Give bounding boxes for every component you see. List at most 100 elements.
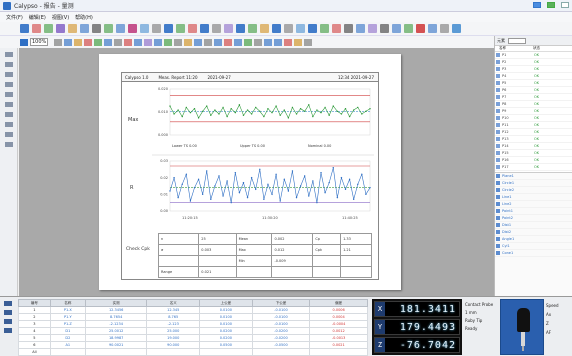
toolbar-tool-8-icon[interactable] <box>116 24 125 33</box>
column-header[interactable]: 实测 <box>84 299 148 307</box>
format-tool-2-icon[interactable] <box>74 38 82 46</box>
toolbar-tool-25-icon[interactable] <box>320 24 329 33</box>
layer-tool-icon[interactable] <box>4 142 13 147</box>
format-tool-7-icon[interactable] <box>124 38 132 46</box>
expand-icon[interactable] <box>496 137 500 141</box>
arrow-icon[interactable] <box>20 38 28 46</box>
format-tool-1-icon[interactable] <box>64 38 72 46</box>
tree-item[interactable]: P3 OK <box>495 66 572 73</box>
toolbar-tool-31-icon[interactable] <box>392 24 401 33</box>
column-header[interactable]: 上公差 <box>199 299 253 307</box>
format-tool-24-icon[interactable] <box>294 38 302 46</box>
tree-item[interactable]: P12 OK <box>495 129 572 136</box>
toolbar-tool-3-icon[interactable] <box>56 24 65 33</box>
expand-icon[interactable] <box>496 67 500 71</box>
pointer-icon[interactable] <box>4 52 13 57</box>
toolbar-tool-34-icon[interactable] <box>428 24 437 33</box>
toolbar-tool-30-icon[interactable] <box>380 24 389 33</box>
table-row[interactable]: All <box>18 348 368 356</box>
toolbar-tool-26-icon[interactable] <box>332 24 341 33</box>
format-tool-8-icon[interactable] <box>134 38 142 46</box>
toolbar-tool-1-icon[interactable] <box>32 24 41 33</box>
line-tool-icon[interactable] <box>4 62 13 67</box>
feature-item[interactable]: Point2 <box>495 215 572 222</box>
expand-icon[interactable] <box>496 158 500 162</box>
panel-tab[interactable]: 元素 <box>497 38 505 44</box>
format-tool-13-icon[interactable] <box>184 38 192 46</box>
expand-icon[interactable] <box>496 165 500 169</box>
format-tool-12-icon[interactable] <box>174 38 182 46</box>
rect-tool-icon[interactable] <box>4 72 13 77</box>
expand-icon[interactable] <box>496 95 500 99</box>
tree-item[interactable]: P9 OK <box>495 108 572 115</box>
format-tool-18-icon[interactable] <box>234 38 242 46</box>
toolbar-tool-12-icon[interactable] <box>164 24 173 33</box>
menu-help[interactable]: 帮助(H) <box>75 14 93 21</box>
column-header[interactable]: 编号 <box>18 299 51 307</box>
toolbar-tool-7-icon[interactable] <box>104 24 113 33</box>
toolbar-tool-35-icon[interactable] <box>440 24 449 33</box>
feature-item[interactable]: Dist2 <box>495 229 572 236</box>
text-tool-icon[interactable] <box>4 82 13 87</box>
format-tool-3-icon[interactable] <box>84 38 92 46</box>
expand-icon[interactable] <box>496 130 500 134</box>
menu-file[interactable]: 文件(F) <box>6 14 23 21</box>
feature-item[interactable]: Cyl1 <box>495 243 572 250</box>
format-tool-11-icon[interactable] <box>164 38 172 46</box>
expand-icon[interactable] <box>496 151 500 155</box>
tree-item[interactable]: P6 OK <box>495 87 572 94</box>
table-tool-icon[interactable] <box>4 112 13 117</box>
table-row[interactable]: 4 D1 25.0012 25.000 0.0200 -0.0200 0.0012 <box>18 327 368 335</box>
table-row[interactable]: 3 P1.Z -2.1234 -2.123 0.0100 -0.0100 -0.0004 <box>18 320 368 328</box>
toolbar-tool-24-icon[interactable] <box>308 24 317 33</box>
toolbar-tool-17-icon[interactable] <box>224 24 233 33</box>
table-row[interactable]: 2 P1.Y 8.7654 8.765 0.0100 -0.0100 0.0004 <box>18 313 368 321</box>
format-tool-0-icon[interactable] <box>54 38 62 46</box>
feature-item[interactable]: Plane1 <box>495 173 572 180</box>
format-tool-17-icon[interactable] <box>224 38 232 46</box>
expand-icon[interactable] <box>496 74 500 78</box>
tree-item[interactable]: P1 OK <box>495 52 572 59</box>
expand-icon[interactable] <box>496 53 500 57</box>
tree-item[interactable]: P16 OK <box>495 157 572 164</box>
format-tool-15-icon[interactable] <box>204 38 212 46</box>
table-row[interactable]: 6 A1 90.0021 90.000 0.0500 -0.0500 0.0021 <box>18 341 368 349</box>
format-tool-20-icon[interactable] <box>254 38 262 46</box>
column-header[interactable]: 名义 <box>146 299 201 307</box>
expand-icon[interactable] <box>496 123 500 127</box>
toolbar-tool-20-icon[interactable] <box>260 24 269 33</box>
tree-item[interactable]: P7 OK <box>495 94 572 101</box>
toolbar-tool-29-icon[interactable] <box>368 24 377 33</box>
tree-item[interactable]: P2 OK <box>495 59 572 66</box>
expand-icon[interactable] <box>496 116 500 120</box>
format-tool-16-icon[interactable] <box>214 38 222 46</box>
format-tool-10-icon[interactable] <box>154 38 162 46</box>
column-header[interactable]: 下公差 <box>251 299 311 307</box>
expand-icon[interactable] <box>496 60 500 64</box>
menu-edit[interactable]: 编辑(E) <box>29 14 46 21</box>
toolbar-tool-11-icon[interactable] <box>152 24 161 33</box>
expand-icon[interactable] <box>496 102 500 106</box>
expand-icon[interactable] <box>496 144 500 148</box>
feature-item[interactable]: Line1 <box>495 194 572 201</box>
tree-item[interactable]: P17 OK <box>495 164 572 171</box>
feature-item[interactable]: Angle1 <box>495 236 572 243</box>
expand-icon[interactable] <box>496 81 500 85</box>
format-tool-21-icon[interactable] <box>264 38 272 46</box>
maximize-button[interactable] <box>547 2 555 8</box>
toolbar-tool-5-icon[interactable] <box>80 24 89 33</box>
toolbar-tool-14-icon[interactable] <box>188 24 197 33</box>
chart-tool-icon[interactable] <box>4 102 13 107</box>
report-canvas[interactable]: Calypso 1.0 Meas. Report 11:20 2021-09-2… <box>19 48 494 296</box>
toolbar-tool-4-icon[interactable] <box>68 24 77 33</box>
expand-icon[interactable] <box>496 88 500 92</box>
field-tool-icon[interactable] <box>4 122 13 127</box>
toolbar-tool-0-icon[interactable] <box>20 24 29 33</box>
format-tool-22-icon[interactable] <box>274 38 282 46</box>
toolbar-tool-10-icon[interactable] <box>140 24 149 33</box>
toolbar-tool-36-icon[interactable] <box>452 24 461 33</box>
toolbar-tool-23-icon[interactable] <box>296 24 305 33</box>
toolbar-tool-2-icon[interactable] <box>44 24 53 33</box>
toolbar-tool-33-icon[interactable] <box>416 24 425 33</box>
panel-search-input[interactable] <box>508 37 526 44</box>
